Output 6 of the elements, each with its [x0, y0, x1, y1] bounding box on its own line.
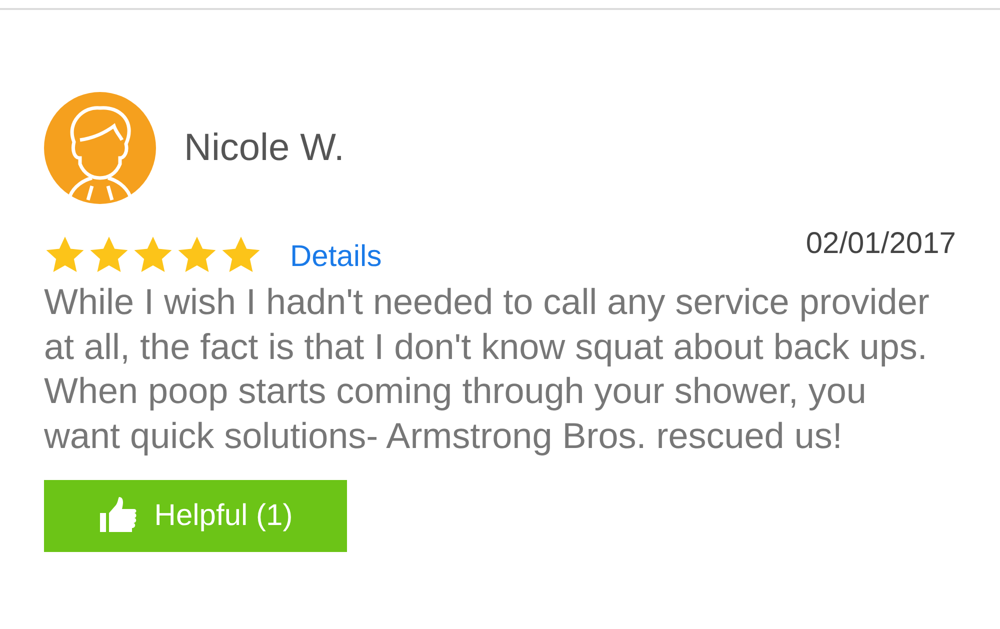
helpful-button[interactable]: Helpful (1) [44, 480, 347, 552]
review-date: 02/01/2017 [806, 227, 956, 261]
avatar-icon [44, 92, 156, 204]
details-link[interactable]: Details [290, 240, 382, 274]
reviewer-name: Nicole W. [184, 126, 344, 170]
review-text: While I wish I hadn't needed to call any service provider at all, the fact is that I don't know squat about back ups. When poop starts coming through your shower, you want quick solutions- Armstrong Bros. rescued us! [44, 280, 930, 458]
